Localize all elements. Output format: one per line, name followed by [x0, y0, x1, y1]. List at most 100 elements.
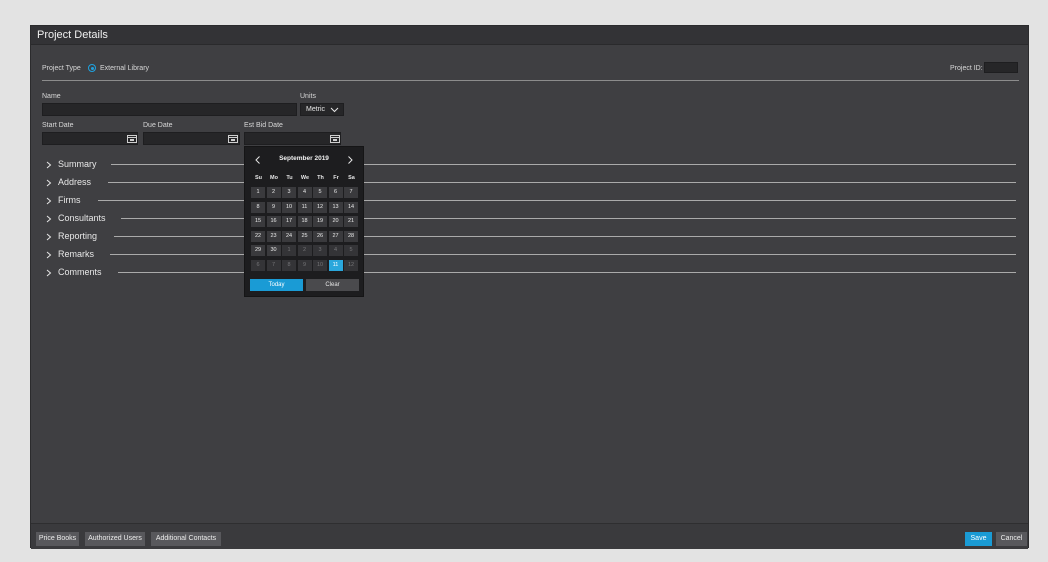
est-bid-date-field[interactable]	[244, 132, 341, 145]
external-library-radio[interactable]	[88, 64, 96, 72]
weekday-label: Tu	[286, 175, 293, 181]
calendar-day[interactable]: 4	[328, 245, 343, 256]
today-button[interactable]: Today	[250, 279, 303, 291]
calendar-day[interactable]: 22	[251, 230, 265, 242]
calendar-day[interactable]: 12	[344, 259, 358, 271]
calendar-day[interactable]: 6	[251, 259, 265, 271]
due-date-calendar-icon[interactable]	[228, 134, 238, 143]
chevron-right-icon	[46, 215, 52, 223]
calendar-day[interactable]: 16	[266, 216, 281, 227]
calendar-day[interactable]: 25	[297, 230, 312, 242]
project-id-field[interactable]	[984, 62, 1018, 73]
chevron-right-icon	[46, 269, 52, 277]
calendar-day[interactable]: 11	[328, 259, 343, 271]
calendar-day[interactable]: 12	[313, 201, 327, 213]
calendar-day[interactable]: 2	[266, 187, 281, 198]
section-remarks[interactable]: Remarks	[46, 249, 1016, 261]
calendar-day[interactable]: 7	[266, 259, 281, 271]
start-date-label: Start Date	[42, 122, 74, 129]
calendar-day[interactable]: 4	[297, 187, 312, 198]
calendar-day[interactable]: 20	[328, 216, 343, 227]
calendar-day[interactable]: 29	[251, 245, 265, 256]
weekday-label: Su	[254, 175, 263, 181]
start-date-field[interactable]	[42, 132, 138, 145]
calendar-day[interactable]: 13	[328, 201, 343, 213]
chevron-right-icon	[46, 179, 52, 187]
calendar-day[interactable]: 18	[297, 216, 312, 227]
calendar-day[interactable]: 24	[282, 230, 296, 242]
due-date-field[interactable]	[143, 132, 240, 145]
calendar-day[interactable]: 9	[266, 201, 281, 213]
weekday-header-row: Su Mo Tu We Th Fr Sa	[251, 175, 359, 185]
section-comments[interactable]: Comments	[46, 267, 1016, 279]
calendar-day[interactable]: 30	[266, 245, 281, 256]
calendar-day[interactable]: 8	[282, 259, 296, 271]
calendar-day[interactable]: 2	[297, 245, 312, 256]
chevron-right-icon	[46, 197, 52, 205]
section-divider	[98, 200, 1016, 201]
chevron-right-icon	[46, 161, 52, 169]
section-address[interactable]: Address	[46, 177, 1016, 189]
units-select[interactable]: Metric	[300, 103, 344, 116]
calendar-day[interactable]: 3	[282, 187, 296, 198]
project-type-label: Project Type	[42, 65, 81, 72]
calendar-day[interactable]: 23	[266, 230, 281, 242]
section-title: Consultants	[58, 213, 106, 223]
calendar-day[interactable]: 10	[313, 259, 327, 271]
calendar-day[interactable]: 5	[313, 187, 327, 198]
calendar-day[interactable]: 26	[313, 230, 327, 242]
authorized-users-button[interactable]: Authorized Users	[85, 532, 145, 546]
calendar-day[interactable]: 11	[297, 201, 312, 213]
chevron-right-icon	[46, 233, 52, 241]
start-date-calendar-icon[interactable]	[127, 134, 137, 143]
section-consultants[interactable]: Consultants	[46, 213, 1016, 225]
next-month-button[interactable]	[344, 153, 356, 165]
project-id-label: Project ID:	[950, 65, 983, 72]
window-title: Project Details	[37, 29, 108, 41]
price-books-button[interactable]: Price Books	[36, 532, 79, 546]
calendar-day[interactable]: 28	[344, 230, 358, 242]
clear-button[interactable]: Clear	[306, 279, 359, 291]
section-reporting[interactable]: Reporting	[46, 231, 1016, 243]
chevron-right-icon	[348, 156, 353, 164]
calendar-day[interactable]: 19	[313, 216, 327, 227]
calendar-day[interactable]: 9	[297, 259, 312, 271]
calendar-day[interactable]: 1	[251, 187, 265, 198]
calendar-day[interactable]: 8	[251, 201, 265, 213]
footer-bar: Price Books Authorized Users Additional …	[31, 523, 1028, 549]
due-date-label: Due Date	[143, 122, 173, 129]
section-title: Firms	[58, 195, 81, 205]
weekday-label: Sa	[348, 175, 355, 181]
weekday-label: We	[300, 175, 310, 181]
units-label: Units	[300, 93, 316, 100]
calendar-day[interactable]: 17	[282, 216, 296, 227]
calendar-day[interactable]: 6	[328, 187, 343, 198]
date-picker-popup: September 2019 Su Mo Tu We Th Fr Sa 1234567891…	[244, 146, 364, 297]
section-firms[interactable]: Firms	[46, 195, 1016, 207]
calendar-day[interactable]: 1	[282, 245, 296, 256]
name-field[interactable]	[42, 103, 297, 116]
section-title: Summary	[58, 159, 97, 169]
project-details-window: Project Details Project Type External Li…	[30, 25, 1029, 549]
section-title: Address	[58, 177, 92, 187]
weekday-label: Mo	[270, 175, 278, 181]
save-button[interactable]: Save	[965, 532, 992, 546]
cancel-button[interactable]: Cancel	[996, 532, 1027, 546]
chevron-right-icon	[46, 251, 52, 259]
calendar-day[interactable]: 14	[344, 201, 358, 213]
calendar-day[interactable]: 5	[344, 245, 358, 256]
calendar-day[interactable]: 27	[328, 230, 343, 242]
calendar-day[interactable]: 3	[313, 245, 327, 256]
additional-contacts-button[interactable]: Additional Contacts	[151, 532, 221, 546]
section-title: Remarks	[58, 249, 95, 259]
weekday-label: Fr	[333, 175, 339, 181]
calendar-day[interactable]: 10	[282, 201, 296, 213]
weekday-label: Th	[317, 175, 324, 181]
calendar-day[interactable]: 15	[251, 216, 265, 227]
external-library-label: External Library	[100, 65, 150, 72]
name-label: Name	[42, 93, 61, 100]
section-summary[interactable]: Summary	[46, 159, 1016, 171]
calendar-day[interactable]: 21	[344, 216, 358, 227]
est-bid-date-calendar-icon[interactable]	[330, 134, 340, 143]
calendar-day[interactable]: 7	[344, 187, 358, 198]
